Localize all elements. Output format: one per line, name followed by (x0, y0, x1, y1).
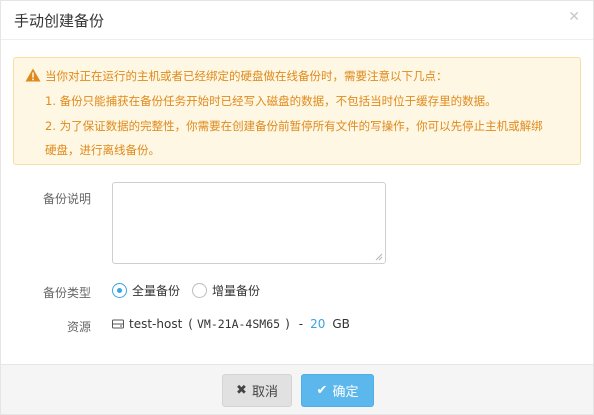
description-label: 备份说明 (42, 192, 91, 206)
description-textarea[interactable] (112, 182, 386, 264)
alert-text-point-1: 1. 备份只能捕获在备份任务开始时已经写入磁盘的数据，不包括当时位于缓存里的数据… (45, 94, 497, 108)
alert-text-point-2: 2. 为了保证数据的完整性，你需要在创建备份前暂停所有文件的写操作，你可以先停止… (45, 119, 543, 133)
warning-icon (25, 68, 41, 82)
dialog-title: 手动创建备份 (14, 12, 105, 30)
confirm-button-label: 确定 (332, 385, 359, 400)
resource-host-id: VM-21A-4SM65 (196, 317, 281, 331)
create-backup-dialog: 手动创建备份 ✕ 当你对正在运行的主机或者已经绑定的硬盘做在线备份时，需要注意以… (0, 0, 594, 415)
resource-host-name: test-host (129, 317, 183, 331)
radio-full-backup[interactable]: 全量备份 (112, 282, 180, 299)
host-icon (112, 319, 124, 329)
resource-size: 20 (310, 317, 326, 331)
radio-incremental-backup[interactable]: 增量备份 (192, 282, 260, 299)
close-icon: ✖ (236, 383, 247, 398)
resource-open-paren: ( (188, 317, 193, 331)
alert-text-point-2-cont: 硬盘，进行离线备份。 (45, 143, 160, 157)
backup-type-label: 备份类型 (42, 286, 91, 300)
radio-full-backup-button[interactable] (112, 283, 127, 298)
radio-incremental-backup-label: 增量备份 (212, 284, 261, 298)
dialog-header: 手动创建备份 ✕ (1, 1, 593, 39)
resource-label: 资源 (66, 320, 91, 334)
warning-alert: 当你对正在运行的主机或者已经绑定的硬盘做在线备份时，需要注意以下几点： 1. 备… (13, 57, 581, 165)
cancel-button[interactable]: ✖ 取消 (222, 374, 292, 407)
resource-value: test-host ( VM-21A-4SM65 ) - 20 GB (112, 317, 350, 331)
header-divider (1, 39, 593, 40)
resource-close-paren: ) (285, 317, 290, 331)
resource-size-unit: GB (332, 317, 350, 331)
dialog-footer: ✖ 取消 ✔ 确定 (1, 364, 593, 414)
alert-text-intro: 当你对正在运行的主机或者已经绑定的硬盘做在线备份时，需要注意以下几点： (45, 69, 448, 83)
radio-full-backup-label: 全量备份 (132, 284, 181, 298)
resource-separator: - (298, 317, 304, 331)
resize-grip-icon[interactable] (374, 252, 383, 261)
radio-incremental-backup-button[interactable] (192, 283, 207, 298)
close-icon[interactable]: ✕ (568, 9, 580, 25)
confirm-button[interactable]: ✔ 确定 (301, 374, 374, 407)
check-icon: ✔ (316, 383, 328, 398)
cancel-button-label: 取消 (251, 385, 278, 400)
